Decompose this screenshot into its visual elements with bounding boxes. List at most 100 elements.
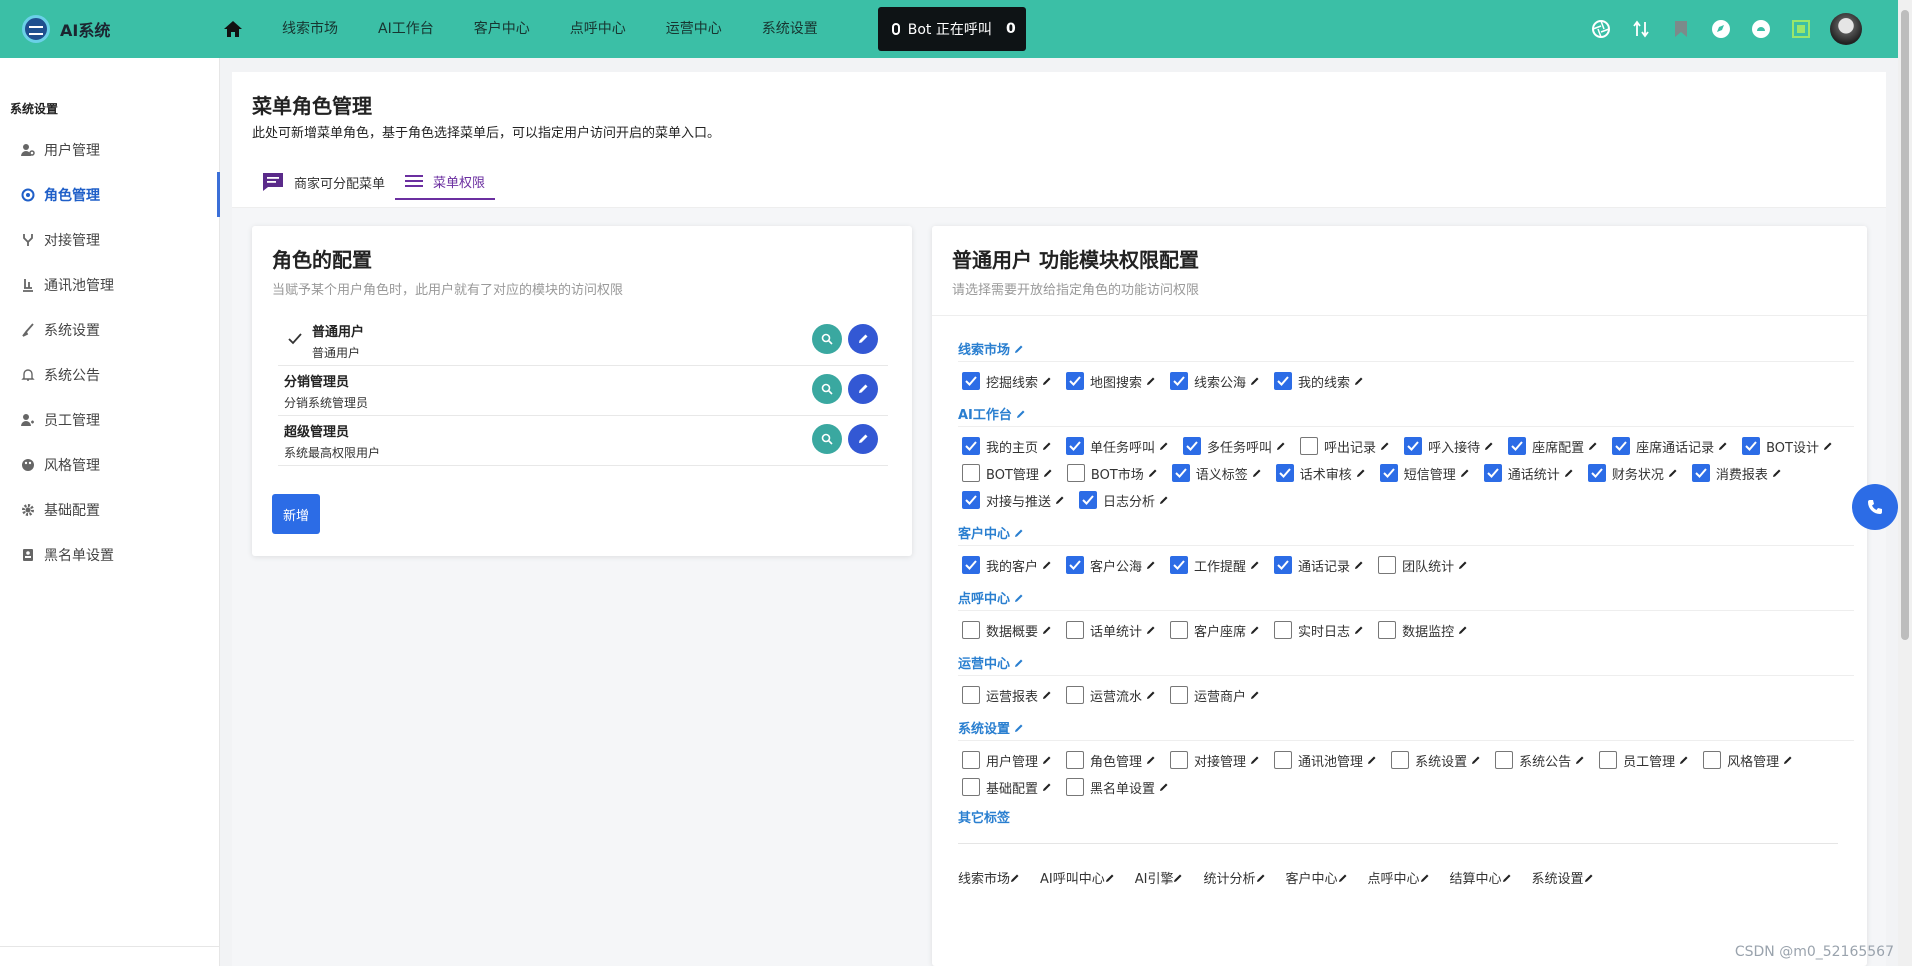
permission-checkbox[interactable] [1508, 437, 1527, 455]
edit-pencil-icon[interactable] [1014, 658, 1024, 668]
edit-pencil-icon[interactable] [1420, 873, 1430, 883]
edit-pencil-icon[interactable] [1354, 560, 1364, 570]
permission-checkbox[interactable] [1066, 686, 1085, 704]
edit-pencil-icon[interactable] [1471, 755, 1481, 765]
permission-checkbox[interactable] [1691, 464, 1710, 482]
view-role-button[interactable] [812, 424, 842, 454]
edit-pencil-icon[interactable] [1256, 873, 1266, 883]
edit-pencil-icon[interactable] [1159, 495, 1169, 505]
edit-role-button[interactable] [848, 424, 878, 454]
sidebar-item-pool-management[interactable]: 通讯池管理 [0, 262, 219, 307]
permission-checkbox[interactable] [1274, 621, 1293, 639]
permission-checkbox[interactable] [1274, 372, 1293, 390]
edit-pencil-icon[interactable] [1354, 376, 1364, 386]
view-role-button[interactable] [812, 374, 842, 404]
edit-pencil-icon[interactable] [1338, 873, 1348, 883]
sidebar-item-staff-management[interactable]: 员工管理 [0, 397, 219, 442]
section-title[interactable]: 运营中心 [958, 650, 1854, 676]
scrollbar-thumb[interactable] [1901, 10, 1909, 640]
edit-pencil-icon[interactable] [1042, 690, 1052, 700]
aperture-icon[interactable] [1590, 18, 1612, 40]
permission-checkbox[interactable] [962, 556, 980, 574]
edit-pencil-icon[interactable] [1148, 468, 1158, 478]
edit-pencil-icon[interactable] [1458, 625, 1468, 635]
edit-pencil-icon[interactable] [1250, 560, 1260, 570]
app-logo[interactable]: AI系统 [22, 15, 212, 43]
edit-pencil-icon[interactable] [1460, 468, 1470, 478]
permission-checkbox[interactable] [1170, 686, 1189, 704]
permission-checkbox[interactable] [962, 686, 980, 704]
permission-checkbox[interactable] [962, 372, 980, 390]
nav-call-center[interactable]: 点呼中心 [550, 0, 646, 58]
other-tag[interactable]: 统计分析 [1203, 868, 1265, 887]
edit-pencil-icon[interactable] [1564, 468, 1574, 478]
edit-pencil-icon[interactable] [1250, 625, 1260, 635]
other-tag[interactable]: AI呼叫中心 [1040, 868, 1115, 887]
role-row[interactable]: 分销管理员 分销系统管理员 [278, 366, 888, 416]
edit-pencil-icon[interactable] [1588, 441, 1598, 451]
edit-pencil-icon[interactable] [1055, 495, 1065, 505]
other-tag[interactable]: 点呼中心 [1368, 868, 1430, 887]
sidebar-item-announcements[interactable]: 系统公告 [0, 352, 219, 397]
edit-role-button[interactable] [848, 324, 878, 354]
sidebar-item-blacklist[interactable]: 黑名单设置 [0, 532, 219, 577]
edit-pencil-icon[interactable] [1354, 625, 1364, 635]
edit-pencil-icon[interactable] [1146, 376, 1156, 386]
sidebar-item-basic-config[interactable]: 基础配置 [0, 487, 219, 532]
tab-menu-permissions[interactable]: 菜单权限 [395, 164, 496, 200]
edit-pencil-icon[interactable] [1014, 344, 1024, 354]
permission-checkbox[interactable] [962, 621, 980, 639]
edit-pencil-icon[interactable] [1718, 441, 1728, 451]
permission-checkbox[interactable] [1170, 372, 1189, 390]
edit-pencil-icon[interactable] [1159, 782, 1169, 792]
phone-call-button[interactable] [1852, 484, 1898, 530]
edit-pencil-icon[interactable] [1458, 560, 1468, 570]
permission-checkbox[interactable] [1378, 621, 1397, 639]
permission-checkbox[interactable] [1183, 437, 1202, 455]
permission-checkbox[interactable] [1404, 437, 1423, 455]
section-title[interactable]: 点呼中心 [958, 585, 1854, 611]
section-title[interactable]: 客户中心 [958, 520, 1854, 546]
edit-pencil-icon[interactable] [1010, 873, 1020, 883]
permission-checkbox[interactable] [1483, 464, 1502, 482]
edit-pencil-icon[interactable] [1668, 468, 1678, 478]
edit-pencil-icon[interactable] [1173, 873, 1183, 883]
android-icon[interactable] [1750, 18, 1772, 40]
sidebar-item-user-management[interactable]: 用户管理 [0, 127, 219, 172]
permission-checkbox[interactable] [1587, 464, 1606, 482]
sidebar-item-integration-management[interactable]: 对接管理 [0, 217, 219, 262]
edit-pencil-icon[interactable] [1252, 468, 1262, 478]
edit-pencil-icon[interactable] [1575, 755, 1585, 765]
edit-pencil-icon[interactable] [1146, 690, 1156, 700]
home-icon[interactable] [222, 18, 244, 40]
permission-checkbox[interactable] [1066, 437, 1085, 455]
add-role-button[interactable]: 新增 [272, 494, 320, 534]
permission-checkbox[interactable] [1066, 621, 1085, 639]
permission-checkbox[interactable] [1079, 491, 1098, 509]
other-tag[interactable]: 客户中心 [1286, 868, 1348, 887]
edit-pencil-icon[interactable] [1783, 755, 1793, 765]
permission-checkbox[interactable] [1275, 464, 1294, 482]
edit-pencil-icon[interactable] [1042, 782, 1052, 792]
edit-pencil-icon[interactable] [1772, 468, 1782, 478]
permission-checkbox[interactable] [962, 491, 980, 509]
edit-pencil-icon[interactable] [1105, 873, 1115, 883]
fullscreen-icon[interactable] [1790, 18, 1812, 40]
edit-pencil-icon[interactable] [1043, 468, 1053, 478]
permission-checkbox[interactable] [1391, 751, 1410, 769]
edit-pencil-icon[interactable] [1484, 441, 1494, 451]
edit-pencil-icon[interactable] [1276, 441, 1286, 451]
permission-checkbox[interactable] [962, 464, 980, 482]
sort-arrows-icon[interactable] [1630, 18, 1652, 40]
permission-checkbox[interactable] [1300, 437, 1319, 455]
permission-checkbox[interactable] [1742, 437, 1761, 455]
edit-pencil-icon[interactable] [1014, 528, 1024, 538]
permission-checkbox[interactable] [1274, 556, 1293, 574]
edit-pencil-icon[interactable] [1014, 723, 1024, 733]
edit-pencil-icon[interactable] [1042, 376, 1052, 386]
permission-checkbox[interactable] [962, 437, 980, 455]
edit-pencil-icon[interactable] [1250, 755, 1260, 765]
permission-checkbox[interactable] [962, 778, 980, 796]
edit-pencil-icon[interactable] [1146, 560, 1156, 570]
nav-operation-center[interactable]: 运营中心 [646, 0, 742, 58]
